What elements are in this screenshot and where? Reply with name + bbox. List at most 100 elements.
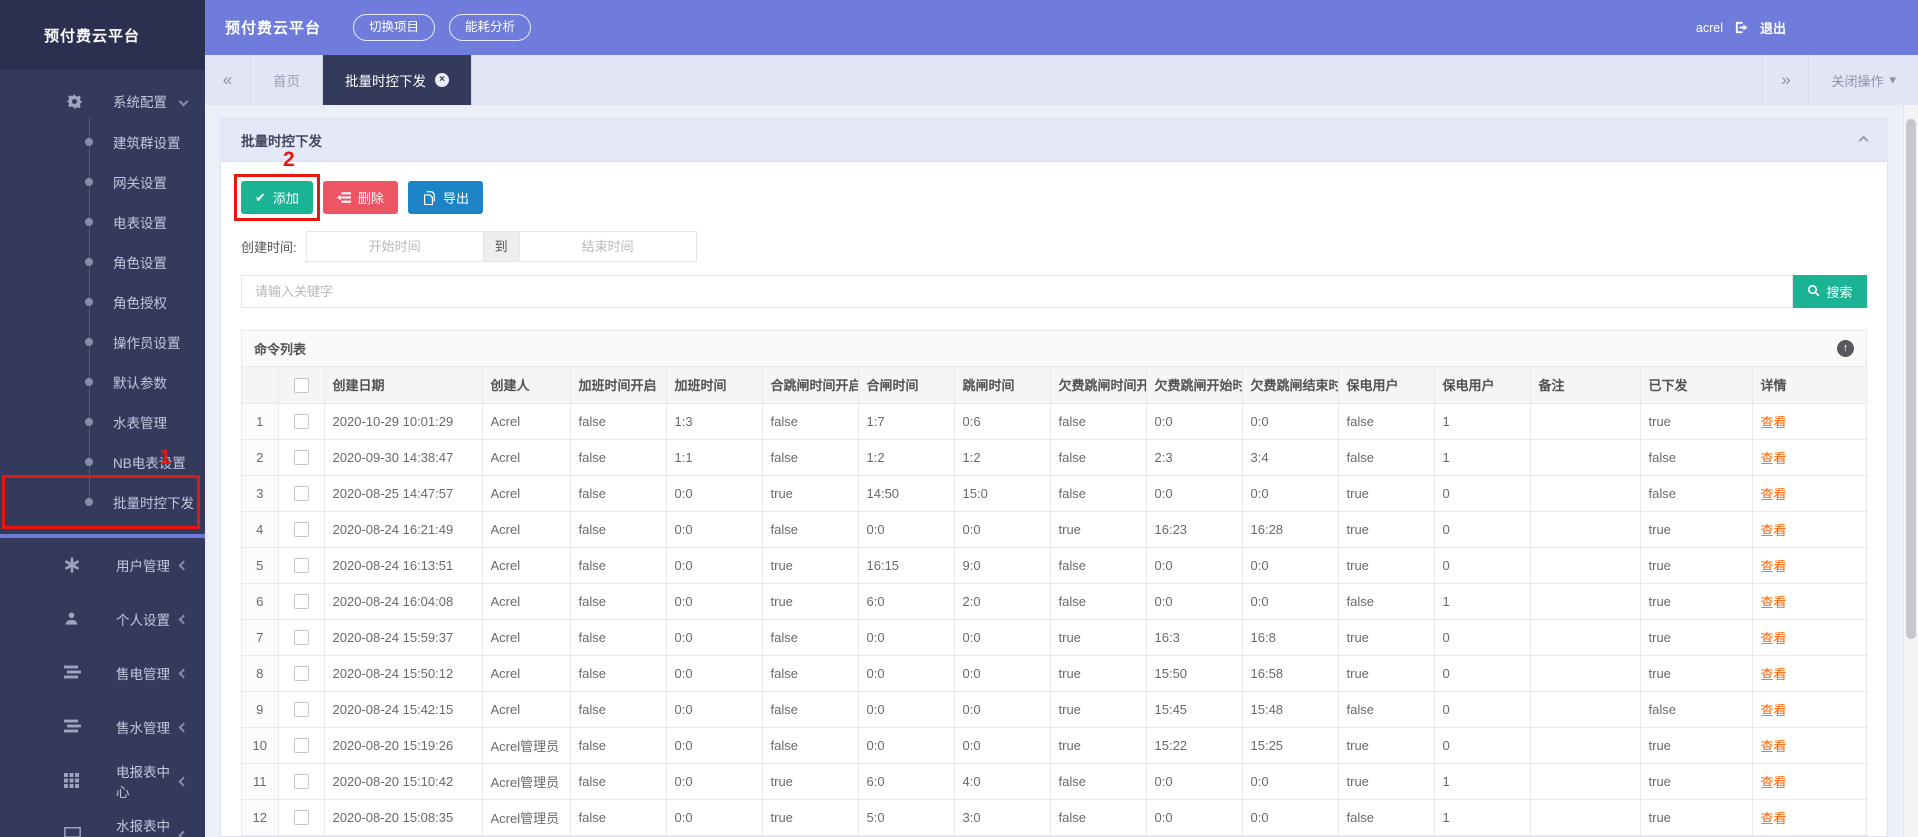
collapse-panel-icon[interactable] [1858,135,1869,145]
view-details-link[interactable]: 查看 [1761,739,1787,754]
search-button[interactable]: 搜索 [1793,275,1867,308]
cell-11: true [1337,547,1434,584]
view-details-link[interactable]: 查看 [1761,631,1787,646]
cell-13 [1529,799,1640,836]
cell-6: 1:2 [857,439,954,476]
switch-project-button[interactable]: 切换项目 [353,14,436,41]
tabs-scroll-left-button[interactable]: « [205,55,251,105]
view-details-link[interactable]: 查看 [1761,703,1787,718]
cell-10: 16:28 [1241,511,1338,548]
sidebar-item-6[interactable]: 操作员设置 [0,322,205,362]
view-details-link[interactable]: 查看 [1761,415,1787,430]
scroll-top-icon[interactable]: ↑ [1837,340,1854,357]
cell-8: false [1049,403,1146,440]
delete-button[interactable]: 删除 [322,181,398,214]
cell-3: false [569,439,666,476]
sidebar-item-1[interactable]: 建筑群设置 [0,122,205,162]
row-checkbox-cell [277,511,324,548]
tab-home[interactable]: 首页 [251,55,323,105]
cell-3: false [569,691,666,728]
cell-9: 0:0 [1145,547,1242,584]
sidebar-group-5[interactable]: 电报表中心 [0,754,205,808]
row-checkbox[interactable] [293,486,309,502]
caret-down-icon: ▾ [1889,72,1896,87]
row-checkbox[interactable] [293,450,309,466]
row-checkbox[interactable] [293,630,309,646]
cell-9: 2:3 [1145,439,1242,476]
sidebar-group-6[interactable]: 水报表中心 [0,808,205,837]
start-time-input[interactable] [305,231,484,262]
logout-icon[interactable] [1734,20,1749,35]
row-checkbox-cell [277,727,324,764]
export-button[interactable]: 导出 [407,181,483,214]
cell-7: 1:2 [953,439,1050,476]
page-scrollbar[interactable] [1903,105,1918,837]
row-index: 9 [242,691,278,728]
view-details-link[interactable]: 查看 [1761,559,1787,574]
view-details-link[interactable]: 查看 [1761,487,1787,502]
view-details-link[interactable]: 查看 [1761,523,1787,538]
cell-12: 0 [1433,727,1530,764]
cell-4: 0:0 [665,763,762,800]
sidebar-group-2[interactable]: 个人设置 [0,592,205,646]
sidebar-group-1[interactable]: 用户管理 [0,538,205,592]
energy-analysis-button[interactable]: 能耗分析 [449,14,532,41]
sidebar-group-label: 个人设置 [116,613,170,628]
cell-6: 14:50 [857,475,954,512]
sidebar-section-system-config[interactable]: 系统配置 [0,80,205,122]
delete-button-label: 删除 [357,191,384,206]
row-checkbox[interactable] [293,738,309,754]
view-details-link[interactable]: 查看 [1761,451,1787,466]
cell-5: true [761,799,858,836]
sidebar-item-5[interactable]: 角色授权 [0,282,205,322]
cell-8: true [1049,655,1146,692]
view-details-link[interactable]: 查看 [1761,811,1787,826]
sidebar-item-3[interactable]: 电表设置 [0,202,205,242]
sidebar-item-8[interactable]: 水表管理 [0,402,205,442]
row-checkbox[interactable] [293,810,309,826]
tab-close-icon[interactable]: × [435,73,449,87]
scrollbar-thumb[interactable] [1906,119,1916,639]
cell-5: false [761,619,858,656]
cell-12: 0 [1433,691,1530,728]
cell-14: true [1639,511,1752,548]
sidebar-group-3[interactable]: 售电管理 [0,646,205,700]
row-checkbox[interactable] [293,702,309,718]
sidebar-item-10[interactable]: 批量时控下发 1 [0,446,205,529]
file-export-icon [422,190,436,205]
row-checkbox[interactable] [293,774,309,790]
sidebar-item-9[interactable]: NB电表设置 [0,442,205,482]
cell-10: 0:0 [1241,403,1338,440]
row-checkbox[interactable] [293,558,309,574]
cell-4: 0:0 [665,475,762,512]
close-operations-dropdown[interactable]: 关闭操作 ▾ [1808,55,1918,105]
view-details-link[interactable]: 查看 [1761,775,1787,790]
row-index: 10 [242,727,278,764]
sidebar-group-4[interactable]: 售水管理 [0,700,205,754]
cell-12: 0 [1433,619,1530,656]
row-checkbox[interactable] [293,414,309,430]
add-button[interactable]: ✔ 添加 [241,181,313,214]
logout-button[interactable]: 退出 [1760,18,1786,37]
cell-14: false [1639,691,1752,728]
cell-12: 0 [1433,547,1530,584]
keyword-search-input[interactable] [241,275,1793,308]
end-time-input[interactable] [518,231,697,262]
cell-7: 9:0 [953,547,1050,584]
sidebar-item-4[interactable]: 角色设置 [0,242,205,282]
tabs-scroll-right-button[interactable]: » [1762,55,1808,105]
row-checkbox[interactable] [293,594,309,610]
view-details-link[interactable]: 查看 [1761,667,1787,682]
select-all-checkbox[interactable] [293,377,309,393]
tab-batch-time-control[interactable]: 批量时控下发 × [323,55,472,105]
row-checkbox[interactable] [293,522,309,538]
view-details-link[interactable]: 查看 [1761,595,1787,610]
cell-1: 2020-08-20 15:08:35 [323,799,482,836]
sidebar-item-2[interactable]: 网关设置 [0,162,205,202]
sidebar-item-label: 网关设置 [113,176,167,191]
row-checkbox[interactable] [293,666,309,682]
sidebar-item-7[interactable]: 默认参数 [0,362,205,402]
cell-6: 6:0 [857,583,954,620]
cell-6: 0:0 [857,727,954,764]
cell-4: 0:0 [665,727,762,764]
